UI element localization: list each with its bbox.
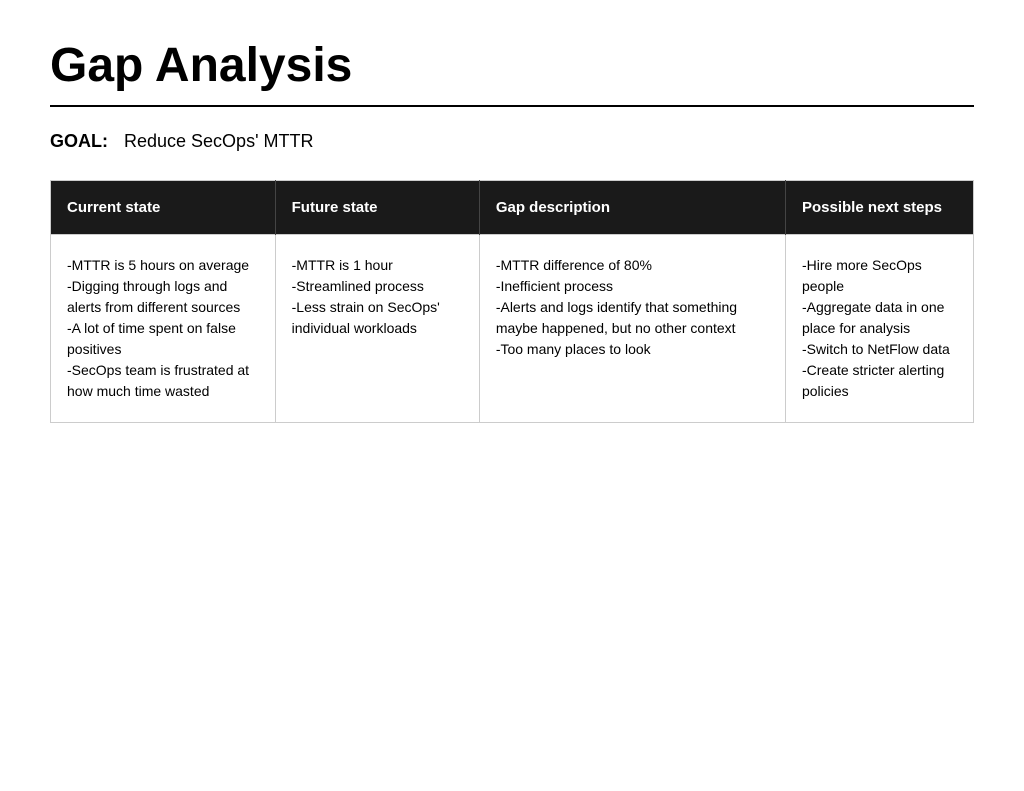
col-header-current-state: Current state <box>51 180 276 234</box>
goal-row: GOAL: Reduce SecOps' MTTR <box>50 131 974 152</box>
title-divider <box>50 105 974 107</box>
cell-future-state: -MTTR is 1 hour -Streamlined process -Le… <box>275 234 479 422</box>
page-title: Gap Analysis <box>50 40 974 93</box>
col-header-gap-description: Gap description <box>479 180 785 234</box>
gap-description-content: -MTTR difference of 80% -Inefficient pro… <box>496 257 737 357</box>
cell-current-state: -MTTR is 5 hours on average -Digging thr… <box>51 234 276 422</box>
cell-gap-description: -MTTR difference of 80% -Inefficient pro… <box>479 234 785 422</box>
table-row: -MTTR is 5 hours on average -Digging thr… <box>51 234 974 422</box>
next-steps-content: -Hire more SecOps people -Aggregate data… <box>802 257 950 399</box>
table-header-row: Current state Future state Gap descripti… <box>51 180 974 234</box>
future-state-content: -MTTR is 1 hour -Streamlined process -Le… <box>292 257 440 336</box>
col-header-next-steps: Possible next steps <box>785 180 973 234</box>
gap-analysis-table: Current state Future state Gap descripti… <box>50 180 974 423</box>
col-header-future-state: Future state <box>275 180 479 234</box>
cell-next-steps: -Hire more SecOps people -Aggregate data… <box>785 234 973 422</box>
goal-text: Reduce SecOps' MTTR <box>124 131 314 152</box>
current-state-content: -MTTR is 5 hours on average -Digging thr… <box>67 257 249 399</box>
goal-label: GOAL: <box>50 131 108 152</box>
